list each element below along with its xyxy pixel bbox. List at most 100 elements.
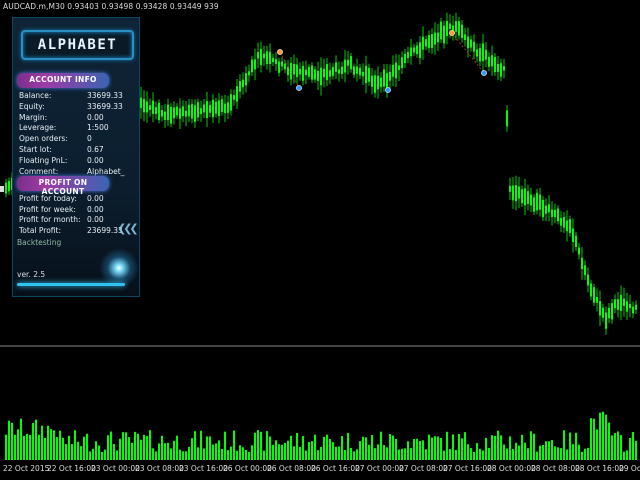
candle-body xyxy=(404,53,406,64)
candle-body xyxy=(347,59,349,66)
volume-bar xyxy=(410,448,412,460)
volume-bar xyxy=(185,451,187,460)
volume-bar xyxy=(404,448,406,460)
volume-bar xyxy=(176,435,178,460)
volume-bar xyxy=(167,442,169,460)
candle-body xyxy=(194,105,196,122)
volume-bar xyxy=(380,431,382,460)
volume-bar xyxy=(194,431,196,460)
time-axis-label: 23 Oct 08:00 xyxy=(135,464,184,473)
profit-on-account-header[interactable]: PROFIT ON ACCOUNT xyxy=(17,176,109,196)
volume-bar xyxy=(128,437,130,460)
volume-bar xyxy=(272,444,274,460)
volume-bar xyxy=(443,450,445,460)
volume-bar xyxy=(221,448,223,460)
account-info-header[interactable]: ACCOUNT INFO xyxy=(17,73,109,88)
profit-row: Profit for week: 0.00 xyxy=(19,205,137,215)
candle-body xyxy=(311,65,313,80)
volume-bar xyxy=(560,448,562,460)
volume-bar xyxy=(278,444,280,460)
volume-bar xyxy=(254,432,256,460)
volume-bar xyxy=(530,431,532,460)
candle-body xyxy=(491,55,493,67)
volume-bar xyxy=(224,431,226,460)
volume-bar xyxy=(74,430,76,460)
price-line-marker xyxy=(0,186,4,192)
row-value: Alphabet_ xyxy=(87,166,125,176)
candle-body xyxy=(389,71,391,81)
candle-body xyxy=(275,59,277,64)
volume-bar xyxy=(119,438,121,460)
candle-body xyxy=(473,41,475,52)
candle-body xyxy=(572,228,574,243)
volume-bar xyxy=(434,436,436,460)
candle-body xyxy=(167,104,169,121)
volume-bar xyxy=(95,441,97,460)
candle-body xyxy=(5,182,7,194)
candle-body xyxy=(338,69,340,74)
row-label: Total Profit: xyxy=(19,225,61,235)
candle-body xyxy=(530,194,532,206)
volume-bar xyxy=(599,412,601,460)
volume-bar xyxy=(68,435,70,460)
volume-bar xyxy=(602,411,604,460)
volume-bar xyxy=(596,429,598,460)
volume-bar xyxy=(572,444,574,460)
volume-bar xyxy=(452,434,454,460)
volume-bar xyxy=(239,445,241,460)
volume-bar xyxy=(71,444,73,460)
volume-bar xyxy=(38,434,40,460)
candle-body xyxy=(416,45,418,55)
candle-body xyxy=(320,67,322,86)
volume-bar xyxy=(113,444,115,460)
volume-bar xyxy=(365,437,367,460)
volume-bar xyxy=(248,451,250,460)
row-value: 33699.33 xyxy=(87,101,123,111)
time-axis-label: 28 Oct 00:00 xyxy=(487,464,536,473)
volume-bar xyxy=(413,439,415,460)
volume-bar xyxy=(62,437,64,460)
row-value: 0.00 xyxy=(87,204,104,214)
volume-bar xyxy=(566,449,568,460)
volume-bar xyxy=(356,449,358,460)
volume-bar xyxy=(227,450,229,460)
volume-bar xyxy=(515,442,517,460)
candle-body xyxy=(182,106,184,117)
volume-bar xyxy=(35,419,37,460)
volume-bar xyxy=(386,447,388,460)
volume-bar xyxy=(524,442,526,460)
volume-bar xyxy=(374,448,376,460)
candle-body xyxy=(629,303,631,309)
candle-body xyxy=(395,62,397,79)
volume-bar xyxy=(464,432,466,460)
volume-bar xyxy=(173,440,175,460)
volume-bar xyxy=(350,447,352,460)
volume-bar xyxy=(611,435,613,460)
candle-body xyxy=(500,63,502,77)
volume-bar xyxy=(347,432,349,460)
volume-bar xyxy=(311,441,313,460)
time-axis-label: 29 Oct 00:00 xyxy=(619,464,640,473)
candle-body xyxy=(329,70,331,77)
row-value: 0.00 xyxy=(87,112,104,122)
candle-body xyxy=(515,185,517,202)
volume-bar xyxy=(17,429,19,460)
candle-body xyxy=(188,104,190,117)
volume-bar xyxy=(83,436,85,460)
volume-bar xyxy=(335,446,337,460)
volume-bar xyxy=(488,447,490,460)
volume-bar xyxy=(551,440,553,460)
volume-bar xyxy=(509,436,511,460)
volume-bar xyxy=(497,430,499,460)
time-axis-label: 27 Oct 00:00 xyxy=(355,464,404,473)
candle-body xyxy=(506,110,508,127)
candle-body xyxy=(296,64,298,78)
row-value: 0.00 xyxy=(87,155,104,165)
volume-bar xyxy=(131,442,133,460)
candle-body xyxy=(482,43,484,62)
volume-bar xyxy=(512,449,514,460)
row-value: 0.00 xyxy=(87,215,104,224)
volume-bar xyxy=(371,435,373,460)
row-value: 0.00 xyxy=(87,194,104,203)
time-axis-label: 26 Oct 00:00 xyxy=(223,464,272,473)
